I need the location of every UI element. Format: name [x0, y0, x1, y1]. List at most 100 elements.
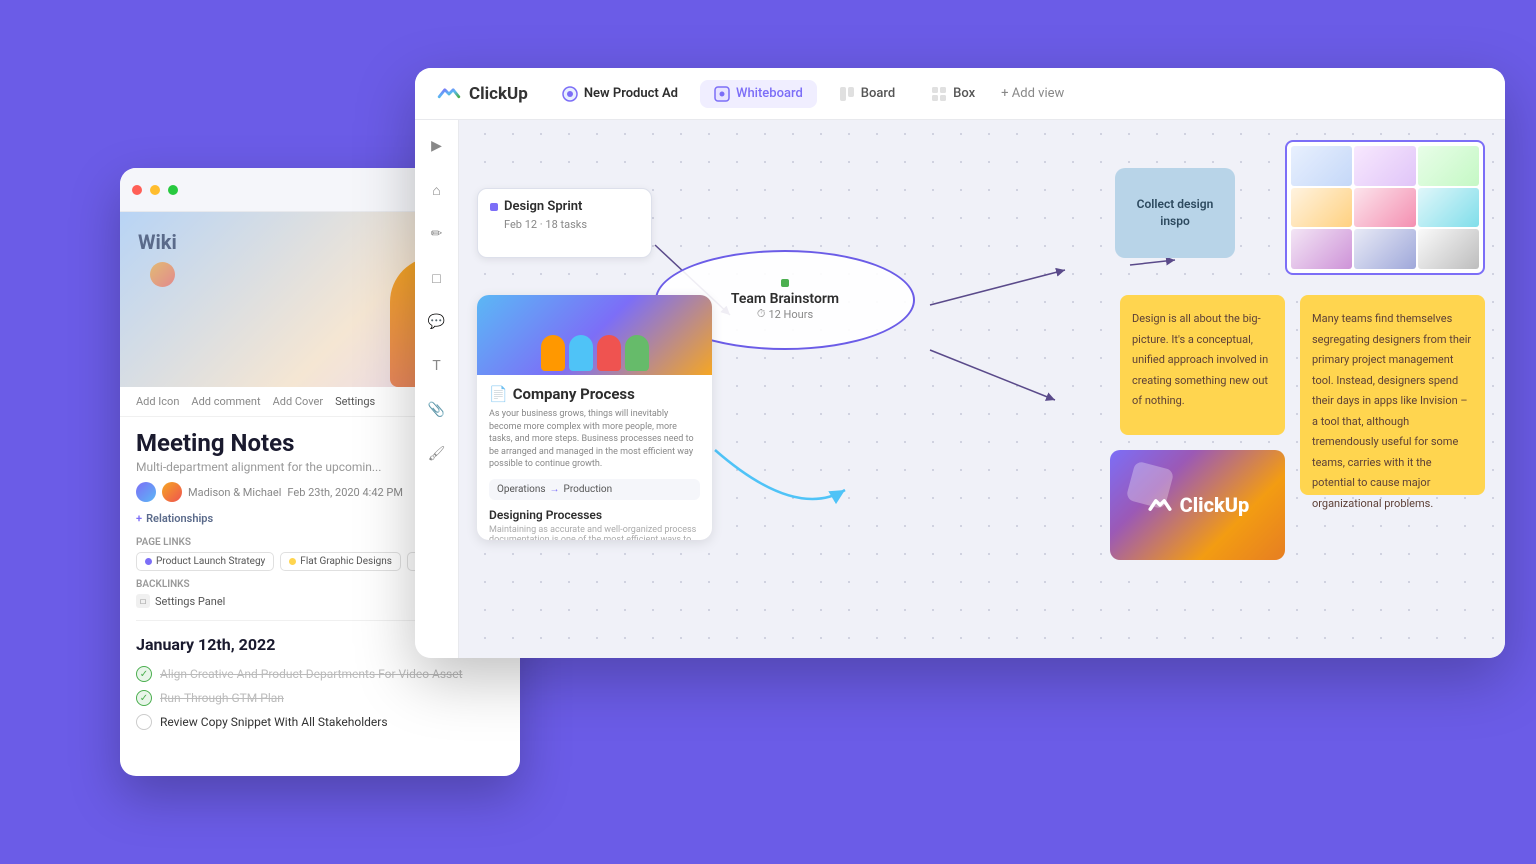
- check-text-2: Run-Through GTM Plan: [160, 691, 284, 705]
- whiteboard-toolbar: ▶ ⌂ ✏ □ 💬 T 📎 🖌: [415, 120, 459, 658]
- cp-section-title: Designing Processes: [489, 508, 700, 522]
- add-comment-action[interactable]: Add comment: [191, 395, 260, 408]
- project-name: New Product Ad: [584, 86, 678, 101]
- notes-checklist: ✓ Align Creative And Product Departments…: [120, 658, 520, 738]
- screenshot-3: [1418, 146, 1479, 186]
- board-tab-icon: [839, 86, 855, 102]
- clickup-product-image: ClickUp: [1110, 450, 1285, 560]
- collect-design-card[interactable]: Collect design inspo: [1115, 168, 1235, 258]
- project-tab[interactable]: New Product Ad: [548, 80, 692, 108]
- check-item-2: ✓ Run-Through GTM Plan: [136, 686, 504, 710]
- check-item-3: Review Copy Snippet With All Stakeholder…: [136, 710, 504, 734]
- yellow-note-1[interactable]: Design is all about the big-picture. It'…: [1120, 295, 1285, 435]
- figure-2: [569, 335, 593, 371]
- settings-action[interactable]: Settings: [335, 395, 375, 408]
- comment-tool[interactable]: 💬: [423, 308, 451, 336]
- screenshot-6: [1418, 188, 1479, 228]
- hero-wiki-label: Wiki: [138, 230, 177, 254]
- close-button[interactable]: [132, 185, 142, 195]
- edit-date: Feb 23th, 2020 4:42 PM: [287, 486, 403, 499]
- tag-dot-yellow: [289, 558, 296, 565]
- company-process-card[interactable]: 📄 Company Process As your business grows…: [477, 295, 712, 540]
- project-icon: [562, 86, 578, 102]
- yellow-note-1-text: Design is all about the big-picture. It'…: [1132, 312, 1268, 407]
- maximize-button[interactable]: [168, 185, 178, 195]
- yellow-note-2[interactable]: Many teams find themselves segregating d…: [1300, 295, 1485, 495]
- tab-whiteboard[interactable]: Whiteboard: [700, 80, 817, 108]
- check-icon-1: ✓: [140, 669, 148, 680]
- brush-tool[interactable]: 🖌: [423, 440, 451, 468]
- design-sprint-title: Design Sprint: [504, 199, 582, 214]
- add-cover-action[interactable]: Add Cover: [273, 395, 323, 408]
- screenshot-2: [1354, 146, 1415, 186]
- whiteboard-window: ClickUp New Product Ad Whiteboard Board: [415, 68, 1505, 658]
- cp-figures: [477, 331, 712, 375]
- home-tool[interactable]: ⌂: [423, 176, 451, 204]
- checkbox-3[interactable]: [136, 714, 152, 730]
- screenshots-grid[interactable]: [1285, 140, 1485, 275]
- tab-box[interactable]: Box: [917, 80, 989, 108]
- check-icon-2: ✓: [140, 693, 148, 704]
- page-link-label-2: Flat Graphic Designs: [300, 556, 392, 567]
- whiteboard-content: ▶ ⌂ ✏ □ 💬 T 📎 🖌: [415, 120, 1505, 658]
- text-tool[interactable]: T: [423, 352, 451, 380]
- check-text-1: Align Creative And Product Departments F…: [160, 667, 463, 681]
- box-tab-icon: [931, 86, 947, 102]
- screenshot-4: [1291, 188, 1352, 228]
- yellow-note-2-text: Many teams find themselves segregating d…: [1312, 312, 1471, 510]
- ds-status-dot: [490, 203, 498, 211]
- check-text-3: Review Copy Snippet With All Stakeholder…: [160, 715, 388, 729]
- figure-3: [597, 335, 621, 371]
- team-brainstorm-title: Team Brainstorm: [731, 291, 839, 307]
- pen-tool[interactable]: ✏: [423, 220, 451, 248]
- clickup-logo[interactable]: ClickUp: [435, 80, 528, 108]
- page-link-label-1: Product Launch Strategy: [156, 556, 265, 567]
- cp-section-desc: Maintaining as accurate and well-organiz…: [489, 525, 700, 540]
- cp-hero-image: [477, 295, 712, 375]
- author-avatar-1: [136, 482, 156, 502]
- checkbox-1[interactable]: ✓: [136, 666, 152, 682]
- whiteboard-tab-icon: [714, 86, 730, 102]
- authors-names: Madison & Michael: [188, 486, 281, 499]
- screenshot-8: [1354, 229, 1415, 269]
- backlink-icon: □: [136, 594, 150, 608]
- design-sprint-header: Design Sprint: [490, 199, 639, 214]
- author-avatar-2: [162, 482, 182, 502]
- add-icon-action[interactable]: Add Icon: [136, 395, 179, 408]
- add-view-button[interactable]: + Add view: [1001, 86, 1064, 101]
- cp-body: 📄 Company Process As your business grows…: [477, 375, 712, 540]
- tab-box-label: Box: [953, 86, 975, 101]
- screenshot-1: [1291, 146, 1352, 186]
- minimize-button[interactable]: [150, 185, 160, 195]
- screenshot-7: [1291, 229, 1352, 269]
- attachment-tool[interactable]: 📎: [423, 396, 451, 424]
- design-sprint-card[interactable]: Design Sprint Feb 12 · 18 tasks: [477, 188, 652, 258]
- screenshot-9: [1418, 229, 1479, 269]
- add-relationship-button[interactable]: +: [136, 512, 142, 525]
- cursor-tool[interactable]: ▶: [423, 132, 451, 160]
- tab-whiteboard-label: Whiteboard: [736, 86, 803, 101]
- team-brainstorm-meta: ⏱ 12 Hours: [757, 307, 813, 321]
- page-link-product[interactable]: Product Launch Strategy: [136, 552, 274, 571]
- clickup-logo-icon: [435, 80, 463, 108]
- page-link-graphic[interactable]: Flat Graphic Designs: [280, 552, 401, 571]
- tab-board[interactable]: Board: [825, 80, 909, 108]
- tab-board-label: Board: [861, 86, 895, 101]
- collect-design-text: Collect design inspo: [1123, 196, 1227, 230]
- screenshot-5: [1354, 188, 1415, 228]
- cp-description: As your business grows, things will inev…: [489, 408, 700, 471]
- cp-flow: Operations → Production: [489, 479, 700, 500]
- tb-status-dot: [781, 279, 789, 287]
- cp-title: 📄 Company Process: [489, 385, 700, 403]
- add-view-label: + Add view: [1001, 86, 1064, 101]
- whiteboard-nav: ClickUp New Product Ad Whiteboard Board: [415, 68, 1505, 120]
- shape-tool[interactable]: □: [423, 264, 451, 292]
- clickup-logo-text: ClickUp: [469, 84, 528, 104]
- checkbox-2[interactable]: ✓: [136, 690, 152, 706]
- design-sprint-meta: Feb 12 · 18 tasks: [490, 218, 639, 231]
- cp-flow-from: Operations: [497, 484, 546, 495]
- cp-doc-icon: 📄: [489, 385, 508, 403]
- figure-4: [625, 335, 649, 371]
- cp-flow-arrow: →: [550, 484, 560, 495]
- tag-dot-purple: [145, 558, 152, 565]
